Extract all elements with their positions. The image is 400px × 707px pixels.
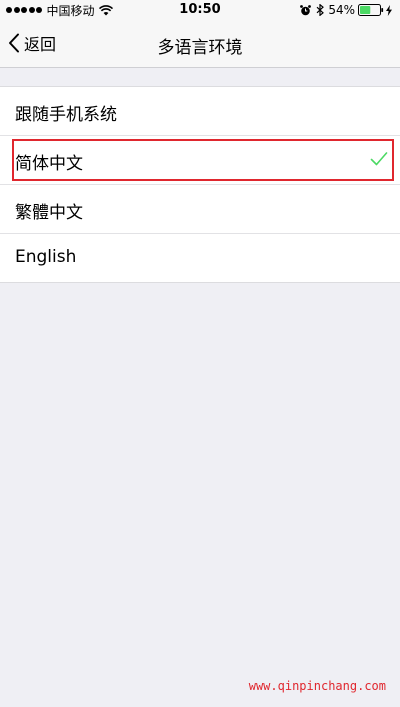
- battery-percent: 54%: [328, 3, 355, 17]
- checkmark-icon: [370, 152, 388, 166]
- option-label: English: [15, 247, 77, 267]
- watermark: www.qinpinchang.com: [248, 679, 386, 693]
- status-right: 54%: [300, 3, 392, 17]
- charging-bolt-icon: [386, 4, 392, 16]
- status-bar: 中国移动 10:50 54%: [0, 0, 400, 20]
- option-label: 简体中文: [15, 154, 83, 174]
- option-follow-system[interactable]: 跟随手机系统: [0, 87, 400, 135]
- option-simplified-chinese[interactable]: 简体中文: [0, 135, 400, 184]
- alarm-icon: [300, 4, 312, 15]
- page-title: 多语言环境: [157, 38, 243, 58]
- option-label: 跟随手机系统: [15, 105, 117, 125]
- language-option-list: 跟随手机系统 简体中文 繁體中文 English: [0, 86, 400, 283]
- bluetooth-icon: [316, 4, 325, 16]
- option-traditional-chinese[interactable]: 繁體中文: [0, 184, 400, 233]
- option-english[interactable]: English: [0, 233, 400, 282]
- battery-icon: [358, 4, 384, 16]
- screen: 中国移动 10:50 54% 返回 多语言环境 跟随手机系统 简体中文 繁體中文…: [0, 0, 400, 707]
- navigation-bar: 返回 多语言环境: [0, 20, 400, 68]
- option-label: 繁體中文: [15, 203, 83, 223]
